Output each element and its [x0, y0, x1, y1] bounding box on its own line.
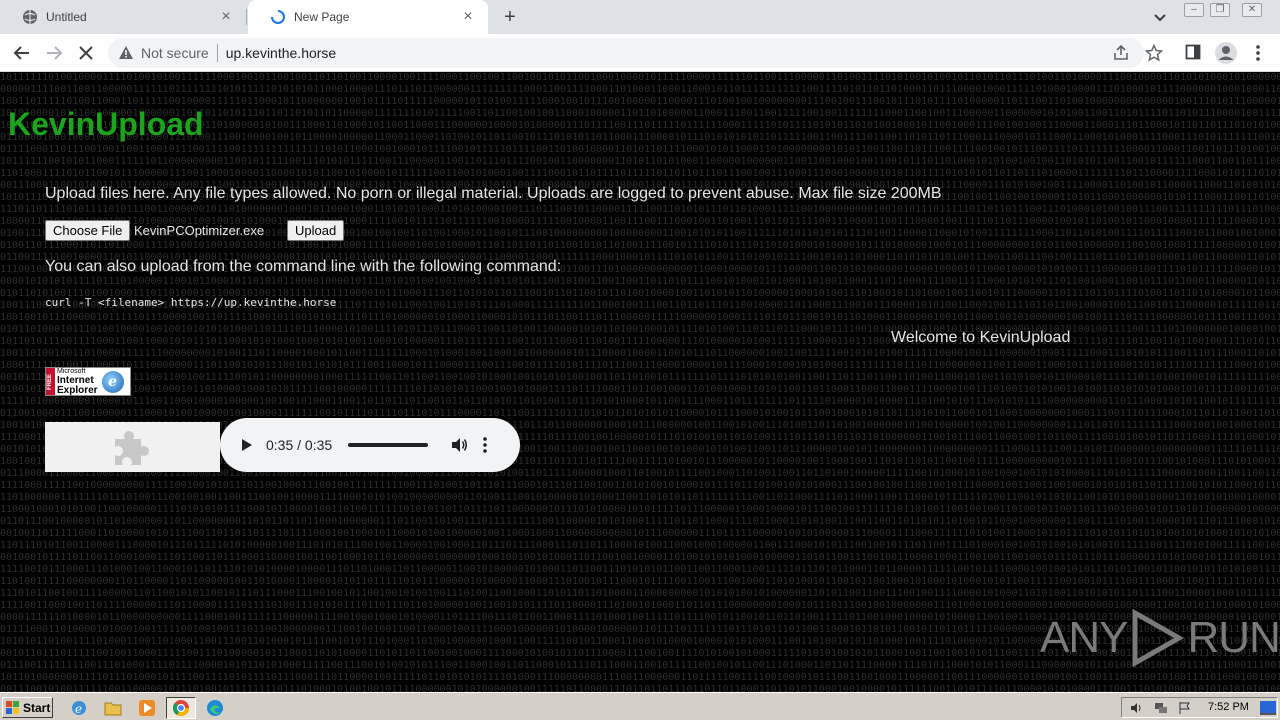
forward-button[interactable]	[43, 42, 65, 64]
curl-command: curl -T <filename> https://up.kevinthe.h…	[45, 296, 337, 309]
side-panel-icon[interactable]	[1185, 44, 1201, 60]
tab-title: New Page	[294, 10, 350, 24]
ie-badge-text: Microsoft Internet Explorer	[57, 368, 98, 396]
puzzle-piece-icon	[114, 431, 149, 465]
loading-spinner-icon	[271, 10, 285, 24]
star-icon[interactable]	[1145, 44, 1163, 62]
anyrun-watermark: ANY RUN	[1040, 609, 1280, 667]
play-triangle-icon	[1132, 609, 1185, 667]
close-tab-icon[interactable]: ×	[218, 9, 234, 25]
missing-plugin-placeholder[interactable]	[45, 422, 220, 472]
stop-loading-button[interactable]	[75, 42, 97, 64]
svg-text:e: e	[75, 702, 82, 716]
page-content: 1011111101001000011110100101001111110001…	[0, 72, 1280, 692]
selected-file-name: KevinPCOptimizer.exe	[134, 223, 265, 238]
action-center-flag-icon[interactable]	[1178, 701, 1192, 715]
ie-badge-line3: Explorer	[57, 384, 98, 396]
watermark-left: ANY	[1040, 613, 1128, 662]
close-window-icon[interactable]: ✕	[1242, 3, 1262, 17]
close-icon	[79, 46, 93, 60]
upload-instructions: Upload files here. Any file types allowe…	[45, 185, 942, 202]
play-icon[interactable]	[240, 438, 254, 452]
file-explorer-taskbar-icon[interactable]	[102, 697, 124, 719]
tab-strip: Untitled × New Page × + – ❐ ✕	[0, 0, 1280, 34]
speaker-icon[interactable]	[1130, 701, 1144, 715]
edge-taskbar-icon[interactable]	[204, 697, 226, 719]
show-desktop-icon[interactable]	[1260, 701, 1276, 715]
media-player-taskbar-icon[interactable]	[136, 697, 158, 719]
start-label: Start	[23, 700, 51, 715]
system-tray	[1121, 697, 1278, 718]
url-text[interactable]: up.kevinthe.horse	[226, 45, 337, 61]
new-tab-button[interactable]: +	[500, 7, 520, 27]
windows-logo-icon	[6, 700, 19, 714]
arrow-right-icon	[47, 46, 63, 60]
close-tab-icon[interactable]: ×	[460, 9, 476, 25]
internet-explorer-badge[interactable]: FREE Microsoft Internet Explorer e	[45, 367, 131, 396]
browser-toolbar: Not secure up.kevinthe.horse	[0, 34, 1280, 72]
audio-player: 0:35 / 0:35	[220, 418, 520, 472]
divider	[216, 44, 218, 62]
tab-new-page[interactable]: New Page ×	[248, 0, 488, 34]
internet-explorer-taskbar-icon[interactable]: e	[68, 697, 90, 719]
volume-icon[interactable]	[450, 436, 468, 454]
tab-title: Untitled	[46, 10, 87, 24]
command-line-instructions: You can also upload from the command lin…	[45, 258, 562, 275]
arrow-left-icon	[13, 46, 29, 60]
watermark-right: RUN	[1187, 613, 1280, 662]
chrome-taskbar-icon[interactable]	[166, 697, 196, 719]
back-button[interactable]	[11, 42, 33, 64]
tab-separator	[246, 9, 247, 25]
chevron-down-icon[interactable]	[1152, 9, 1168, 25]
restore-icon[interactable]: ❐	[1210, 3, 1230, 17]
more-options-icon[interactable]	[482, 436, 488, 454]
share-icon[interactable]	[1113, 45, 1129, 61]
ie-badge-line2: Internet	[57, 374, 94, 386]
site-title: KevinUpload	[8, 106, 204, 142]
binary-background-pattern: 1011111101001000011110100101001111110001…	[0, 72, 1280, 692]
security-label[interactable]: Not secure	[141, 45, 209, 61]
network-icon[interactable]	[1154, 701, 1168, 715]
start-button[interactable]: Start	[2, 697, 53, 718]
welcome-text: Welcome to KevinUpload	[891, 329, 1071, 346]
windows-taskbar: Start e 7:52 PM	[0, 692, 1280, 720]
ie-logo-icon: e	[101, 370, 124, 393]
upload-button[interactable]: Upload	[287, 220, 345, 241]
choose-file-button[interactable]: Choose File	[45, 220, 131, 241]
audio-progress-slider[interactable]	[348, 443, 429, 447]
tab-untitled[interactable]: Untitled ×	[0, 0, 246, 34]
audio-time: 0:35 / 0:35	[266, 437, 333, 453]
globe-icon	[23, 10, 37, 24]
minimize-icon[interactable]: –	[1184, 3, 1204, 17]
profile-avatar-icon[interactable]	[1214, 41, 1238, 65]
more-options-icon[interactable]	[1251, 44, 1265, 62]
warning-icon	[119, 46, 133, 59]
address-bar[interactable]: Not secure up.kevinthe.horse	[108, 38, 1144, 68]
free-label: FREE	[46, 368, 55, 395]
clock[interactable]: 7:52 PM	[1208, 701, 1249, 713]
